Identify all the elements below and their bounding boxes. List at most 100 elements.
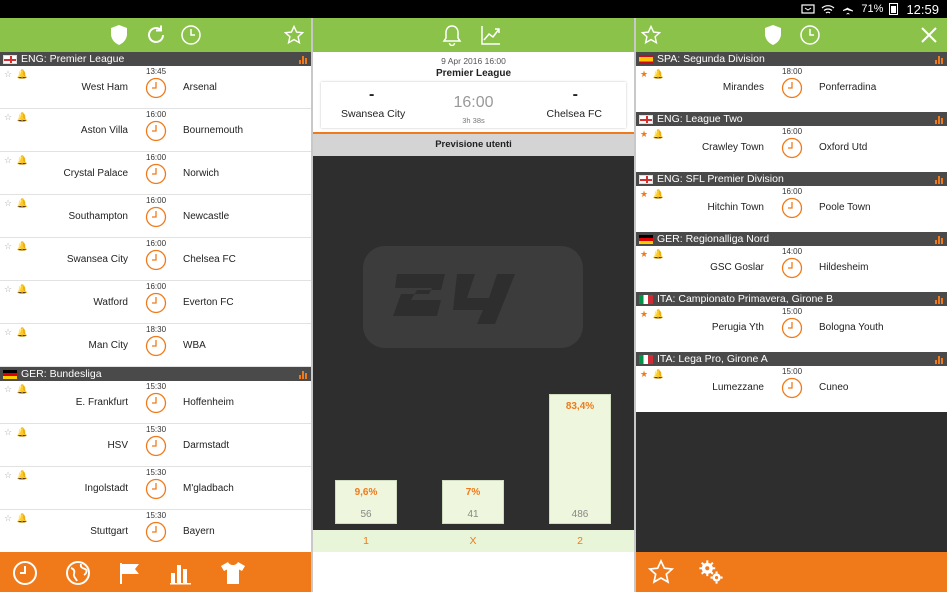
home-team: Lumezzane (712, 382, 764, 393)
match-row[interactable]: ☆ 🔔 Swansea City 16:00 Chelsea FC (0, 238, 311, 281)
match-row[interactable]: ☆ 🔔 HSV 15:30 Darmstadt (0, 424, 311, 467)
league-header[interactable]: GER: Regionalliga Nord (636, 232, 947, 246)
match-row[interactable]: ☆ 🔔 Crystal Palace 16:00 Norwich (0, 152, 311, 195)
league-stats-icon[interactable] (299, 369, 308, 379)
away-team: Darmstadt (183, 440, 230, 451)
prediction-count: 41 (467, 509, 479, 520)
clock-icon (145, 77, 167, 99)
shield-icon[interactable] (107, 23, 131, 47)
match-row[interactable]: ☆ 🔔 Southampton 16:00 Newcastle (0, 195, 311, 238)
shield-icon[interactable] (761, 23, 785, 47)
home-team: Crawley Town (701, 142, 764, 153)
league-stats-icon[interactable] (935, 354, 944, 364)
match-row[interactable]: ★ 🔔 Lumezzane 15:00 Cuneo (636, 366, 947, 412)
match-row[interactable]: ☆ 🔔 West Ham 13:45 Arsenal (0, 66, 311, 109)
favorite-star-bell-icon[interactable]: ★ 🔔 (640, 189, 665, 200)
bar-chart-icon[interactable] (168, 560, 194, 586)
favorite-star-bell-icon[interactable]: ☆ 🔔 (4, 198, 29, 209)
match-row[interactable]: ☆ 🔔 Man City 18:30 WBA (0, 324, 311, 367)
prediction-bar-away[interactable]: 83,4% 486 (549, 394, 611, 524)
favorite-star-bell-icon[interactable]: ☆ 🔔 (4, 155, 29, 166)
match-row[interactable]: ☆ 🔔 Aston Villa 16:00 Bournemouth (0, 109, 311, 152)
league-stats-icon[interactable] (935, 234, 944, 244)
match-time: 16:00 (146, 282, 167, 291)
bell-icon[interactable] (440, 23, 464, 47)
clock-icon (781, 317, 803, 339)
league-header[interactable]: ENG: Premier League (0, 52, 311, 66)
clock-icon (145, 335, 167, 357)
match-row[interactable]: ☆ 🔔 E. Frankfurt 15:30 Hoffenheim (0, 381, 311, 424)
clock-icon[interactable] (798, 23, 822, 47)
league-name: GER: Regionalliga Nord (657, 233, 770, 245)
match-row[interactable]: ☆ 🔔 Ingolstadt 15:30 M'gladbach (0, 467, 311, 510)
match-time: 15:00 (782, 307, 803, 316)
favorite-star-bell-icon[interactable]: ☆ 🔔 (4, 327, 29, 338)
gear-icon[interactable] (698, 559, 724, 585)
league-stats-icon[interactable] (935, 294, 944, 304)
league-header[interactable]: ITA: Campionato Primavera, Girone B (636, 292, 947, 306)
away-team: Everton FC (183, 297, 234, 308)
league-header[interactable]: ITA: Lega Pro, Girone A (636, 352, 947, 366)
league-stats-icon[interactable] (935, 54, 944, 64)
match-row[interactable]: ☆ 🔔 Watford 16:00 Everton FC (0, 281, 311, 324)
prediction-labels: 1 X 2 (313, 530, 634, 552)
star-icon[interactable] (282, 23, 306, 47)
close-icon[interactable] (917, 23, 941, 47)
favorite-star-bell-icon[interactable]: ★ 🔔 (640, 69, 665, 80)
star-icon[interactable] (639, 23, 663, 47)
favorite-star-bell-icon[interactable]: ★ 🔔 (640, 129, 665, 140)
home-team: Crystal Palace (63, 168, 128, 179)
match-row[interactable]: ☆ 🔔 Stuttgart 15:30 Bayern (0, 510, 311, 553)
globe-icon[interactable] (65, 560, 91, 586)
refresh-icon[interactable] (144, 23, 168, 47)
league-header[interactable]: ENG: League Two (636, 112, 947, 126)
league-header[interactable]: GER: Bundesliga (0, 367, 311, 381)
match-row[interactable]: ★ 🔔 Perugia Yth 15:00 Bologna Youth (636, 306, 947, 352)
clock-icon[interactable] (179, 23, 203, 47)
favorite-star-bell-icon[interactable]: ☆ 🔔 (4, 69, 29, 80)
match-row[interactable]: ★ 🔔 Hitchin Town 16:00 Poole Town (636, 186, 947, 232)
home-team: HSV (107, 440, 128, 451)
shirt-icon[interactable] (220, 560, 246, 586)
league-stats-icon[interactable] (935, 114, 944, 124)
league-header[interactable]: SPA: Segunda Division (636, 52, 947, 66)
favorite-star-bell-icon[interactable]: ★ 🔔 (640, 249, 665, 260)
league-name: SPA: Segunda Division (657, 53, 765, 65)
prediction-bar-home[interactable]: 9,6% 56 (335, 480, 397, 524)
favorite-star-bell-icon[interactable]: ☆ 🔔 (4, 470, 29, 481)
league-name: ENG: SFL Premier Division (657, 173, 784, 185)
match-time: 15:00 (782, 367, 803, 376)
prediction-option-label[interactable]: X (463, 535, 483, 547)
clock-tab-icon[interactable] (12, 560, 38, 586)
flag-eng-icon (3, 54, 17, 64)
league-name: ENG: League Two (657, 113, 743, 125)
prediction-bar-draw[interactable]: 7% 41 (442, 480, 504, 524)
favorite-star-bell-icon[interactable]: ☆ 🔔 (4, 241, 29, 252)
away-team: Chelsea FC (183, 254, 236, 265)
favorite-star-bell-icon[interactable]: ☆ 🔔 (4, 384, 29, 395)
right-bottom-nav (636, 552, 947, 592)
mid-bottom-bar (313, 552, 634, 592)
favorite-star-bell-icon[interactable]: ☆ 🔔 (4, 112, 29, 123)
favorites-tab-star-icon[interactable] (648, 559, 674, 585)
clock-icon (145, 249, 167, 271)
prediction-option-label[interactable]: 2 (570, 535, 590, 547)
match-row[interactable]: ★ 🔔 Crawley Town 16:00 Oxford Utd (636, 126, 947, 172)
match-row[interactable]: ★ 🔔 GSC Goslar 14:00 Hildesheim (636, 246, 947, 292)
favorite-star-bell-icon[interactable]: ☆ 🔔 (4, 284, 29, 295)
flag-icon[interactable] (117, 560, 143, 586)
favorite-star-bell-icon[interactable]: ★ 🔔 (640, 309, 665, 320)
league-stats-icon[interactable] (935, 174, 944, 184)
clock-icon (145, 435, 167, 457)
prediction-option-label[interactable]: 1 (356, 535, 376, 547)
prediction-count: 56 (360, 509, 372, 520)
away-team: Norwich (183, 168, 220, 179)
league-name: ITA: Lega Pro, Girone A (657, 353, 768, 365)
favorite-star-bell-icon[interactable]: ☆ 🔔 (4, 513, 29, 524)
league-stats-icon[interactable] (299, 54, 308, 64)
favorite-star-bell-icon[interactable]: ★ 🔔 (640, 369, 665, 380)
favorite-star-bell-icon[interactable]: ☆ 🔔 (4, 427, 29, 438)
league-header[interactable]: ENG: SFL Premier Division (636, 172, 947, 186)
trend-icon[interactable] (479, 23, 503, 47)
match-row[interactable]: ★ 🔔 Mirandes 18:00 Ponferradina (636, 66, 947, 112)
